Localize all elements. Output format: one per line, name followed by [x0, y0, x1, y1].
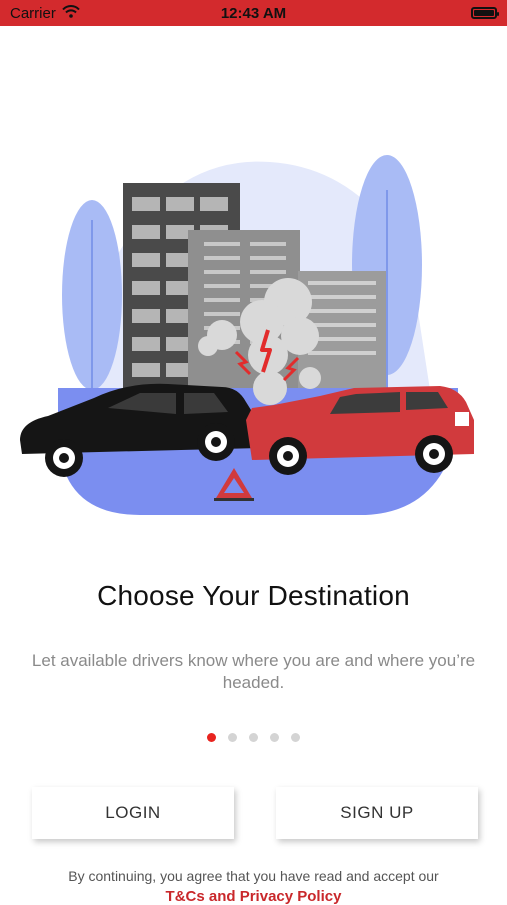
wifi-icon: [62, 4, 80, 22]
page-title: Choose Your Destination: [97, 580, 410, 611]
carrier-label: Carrier: [10, 4, 56, 22]
page-subtitle: Let available drivers know where you are…: [31, 651, 476, 692]
page-dot-3[interactable]: [249, 733, 258, 742]
terms-text: By continuing, you agree that you have r…: [68, 868, 439, 884]
page-dot-1[interactable]: [207, 733, 216, 742]
signup-button[interactable]: SIGN UP: [276, 787, 478, 839]
page-dot-2[interactable]: [228, 733, 237, 742]
login-button[interactable]: LOGIN: [32, 787, 234, 839]
car-crash-illustration: [0, 150, 507, 520]
page-dot-5[interactable]: [291, 733, 300, 742]
terms-link[interactable]: T&Cs and Privacy Policy: [0, 888, 507, 905]
status-bar: Carrier 12:43 AM: [0, 0, 507, 26]
page-dot-4[interactable]: [270, 733, 279, 742]
battery-icon: [471, 7, 499, 19]
status-left: Carrier: [10, 5, 80, 22]
page-indicator[interactable]: [0, 733, 507, 742]
